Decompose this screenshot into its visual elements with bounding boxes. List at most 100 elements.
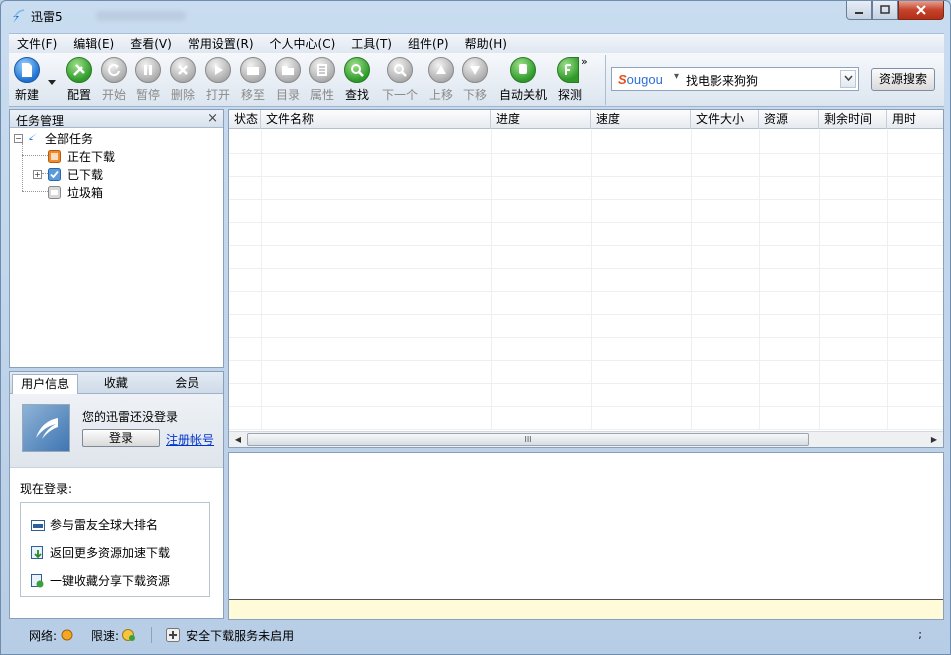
row-grid-line [229, 199, 943, 200]
find-button[interactable]: 查找 [339, 57, 375, 103]
menu-view[interactable]: 查看(V) [122, 34, 180, 54]
user-panel-tabs: 用户信息 收藏 会员 [10, 372, 223, 394]
new-dropdown-arrow[interactable] [47, 75, 57, 85]
title-blur-text [96, 11, 186, 21]
grid-line [759, 130, 760, 430]
security-plus-icon [166, 628, 181, 642]
login-button[interactable]: 登录 [82, 429, 160, 447]
close-button[interactable] [898, 1, 944, 20]
menu-personal[interactable]: 个人中心(C) [262, 34, 344, 54]
detect-button[interactable]: 探测 [557, 57, 582, 103]
tab-favorites[interactable]: 收藏 [80, 372, 151, 393]
download-accelerate-icon [31, 545, 43, 559]
login-area: 您的迅雷还没登录 登录 注册帐号 [10, 394, 223, 468]
app-window: 迅雷5 文件(F) 编辑(E) 查看(V) 常用设置(R) 个人中心(C) 工具… [0, 0, 951, 655]
title-bar[interactable]: 迅雷5 [1, 1, 950, 31]
task-manager-panel: 任务管理 × − 全部任务 正在下载 + 已下载 垃圾箱 [9, 109, 224, 368]
search-dropdown-button[interactable] [840, 70, 856, 88]
tree-label-all: 全部任务 [45, 131, 94, 146]
register-link[interactable]: 注册帐号 [166, 431, 214, 448]
delete-icon [170, 57, 196, 83]
move-down-button[interactable]: 下移 [457, 57, 493, 103]
network-label: 网络: [29, 628, 58, 643]
column-progress[interactable]: 进度 [491, 110, 591, 129]
row-grid-line [229, 153, 943, 154]
maximize-button[interactable] [872, 1, 898, 20]
tree-line [22, 191, 48, 192]
menu-tools[interactable]: 工具(T) [343, 34, 400, 54]
limit-label: 限速: [91, 628, 120, 643]
downloading-icon [48, 149, 61, 163]
collapse-toggle[interactable]: − [14, 133, 23, 143]
task-tree: − 全部任务 正在下载 + 已下载 垃圾箱 [10, 128, 223, 366]
window-controls [846, 1, 944, 21]
folder-icon [275, 57, 301, 83]
thunder-logo-icon [13, 9, 25, 23]
task-panel-header: 任务管理 × [10, 110, 223, 128]
menu-settings[interactable]: 常用设置(R) [180, 34, 262, 54]
close-icon [916, 5, 926, 15]
grid-line [591, 130, 592, 430]
tree-label-trash: 垃圾箱 [67, 185, 104, 200]
tree-item-trash[interactable]: 垃圾箱 [48, 183, 103, 201]
status-right-mark: ; [918, 628, 922, 641]
next-button[interactable]: 下一个 [382, 57, 418, 103]
speed-limit-status[interactable]: 限速: [91, 627, 137, 644]
column-filesize[interactable]: 文件大小 [691, 110, 759, 129]
column-elapsed[interactable]: 用时 [887, 110, 943, 129]
network-status[interactable]: 网络: [29, 627, 73, 644]
column-status[interactable]: 状态 [229, 110, 261, 129]
chevron-down-icon [48, 80, 56, 85]
minimize-button[interactable] [846, 1, 872, 20]
tree-item-downloading[interactable]: 正在下载 [48, 147, 115, 165]
engine-dropdown[interactable]: ▾ [674, 71, 679, 82]
row-grid-line [229, 291, 943, 292]
tree-item-all-tasks[interactable]: − 全部任务 [14, 129, 93, 147]
find-next-icon [387, 57, 413, 83]
arrow-down-icon [462, 57, 488, 83]
feature-item-share[interactable]: 一键收藏分享下载资源 [31, 572, 170, 589]
scroll-left-button[interactable]: ◀ [231, 434, 245, 446]
share-icon [31, 573, 44, 587]
column-filename[interactable]: 文件名称 [261, 110, 491, 129]
menu-help[interactable]: 帮助(H) [457, 34, 515, 54]
feature-item-ranking[interactable]: 参与雷友全球大排名 [31, 516, 158, 533]
status-bar: 网络: 限速: 安全下载服务未启用 ; [9, 623, 944, 647]
menu-file[interactable]: 文件(F) [9, 34, 65, 54]
pause-icon [135, 57, 161, 83]
scroll-right-button[interactable]: ▶ [927, 434, 941, 446]
menu-components[interactable]: 组件(P) [400, 34, 457, 54]
task-panel-close-button[interactable]: × [207, 111, 218, 126]
column-speed[interactable]: 速度 [591, 110, 691, 129]
new-button[interactable]: 新建 [9, 57, 45, 103]
row-grid-line [229, 176, 943, 177]
grid-line [819, 130, 820, 430]
auto-shutdown-button[interactable]: 自动关机 [499, 57, 547, 103]
tab-member[interactable]: 会员 [152, 372, 223, 393]
search-input[interactable]: Sougou ▾ 找电影来狗狗 [611, 67, 859, 91]
toolbar-more-button[interactable]: » [581, 55, 588, 68]
feature-item-accelerate[interactable]: 返回更多资源加速下载 [31, 544, 170, 561]
avatar [22, 404, 70, 452]
expand-toggle[interactable]: + [33, 169, 42, 179]
column-resources[interactable]: 资源 [759, 110, 819, 129]
trash-icon [48, 185, 61, 199]
row-grid-line [229, 360, 943, 361]
row-grid-line [229, 383, 943, 384]
row-grid-line [229, 337, 943, 338]
tree-label-downloading: 正在下载 [67, 149, 116, 164]
scroll-thumb[interactable]: III [247, 433, 809, 446]
tab-user-info[interactable]: 用户信息 [12, 374, 79, 394]
security-status[interactable]: 安全下载服务未启用 [166, 627, 294, 644]
now-login-label: 现在登录: [20, 482, 73, 496]
grid-line [887, 130, 888, 430]
horizontal-scrollbar[interactable]: ◀ III ▶ [229, 431, 943, 447]
row-grid-line [229, 245, 943, 246]
resource-search-button[interactable]: 资源搜索 [871, 68, 935, 91]
column-remaining-time[interactable]: 剩余时间 [819, 110, 887, 129]
grid-line [491, 130, 492, 430]
detect-label: 探测 [557, 88, 582, 102]
tree-line [22, 143, 23, 191]
tree-item-downloaded[interactable]: + 已下载 [33, 165, 103, 183]
menu-edit[interactable]: 编辑(E) [65, 34, 122, 54]
